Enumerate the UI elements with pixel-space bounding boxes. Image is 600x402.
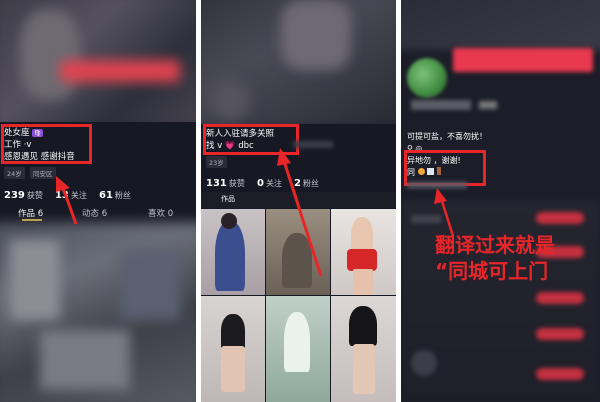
annotation-arrow-1 [56,176,78,225]
profile-screenshot-1: 处女座 ♍ 工作 ·v 感恩遇见 感谢抖音 24岁 同安区 239 获赞 13 关注… [0,0,196,402]
profile-screenshot-3: 可提可盐，不喜勿扰！ ♀ ◎ 异地勿 ，谢谢! 同 翻译过来就是 “同城可上门 [401,0,600,402]
annotation-arrow-2 [277,148,323,277]
profile-screenshot-2: 新人入驻请多关照 找 v 💗 dbc 23岁 131 获赞 0 关注 2 粉丝 作品 [201,0,396,402]
annotation-arrow-3 [434,188,455,237]
